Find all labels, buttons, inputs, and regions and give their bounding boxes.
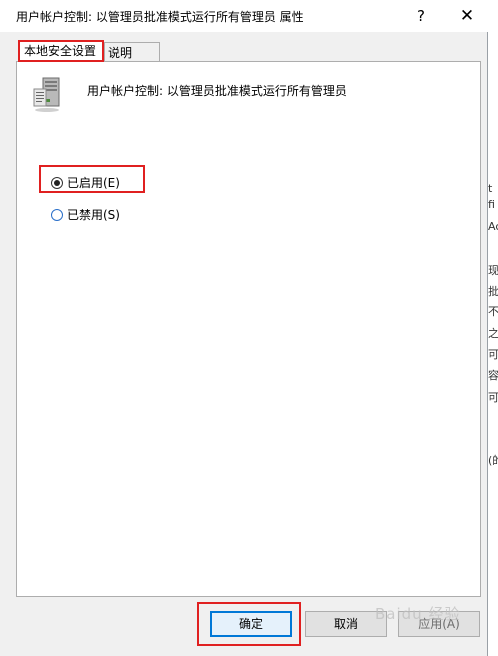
help-button[interactable]: ? [398, 0, 444, 32]
radio-unchecked-icon[interactable] [51, 208, 63, 221]
properties-dialog: 用户帐户控制: 以管理员批准模式运行所有管理员 属性 ? ✕ 说明 本地安全设置… [0, 0, 488, 656]
background-text: t [488, 182, 493, 195]
ok-button[interactable]: 确定 [210, 611, 292, 637]
window-title: 用户帐户控制: 以管理员批准模式运行所有管理员 属性 [16, 10, 304, 24]
disabled-radio[interactable]: 已禁用(S) [51, 205, 120, 225]
background-text: 之 [488, 327, 498, 340]
background-text: 可 [488, 391, 498, 404]
radio-checked-icon[interactable] [51, 176, 63, 189]
tab-panel: 用户帐户控制: 以管理员批准模式运行所有管理员 已启用(E) 已禁用(S) [16, 61, 481, 597]
background-text: (的 [488, 454, 498, 467]
policy-name: 用户帐户控制: 以管理员批准模式运行所有管理员 [87, 84, 347, 98]
enabled-label: 已启用(E) [67, 176, 120, 190]
background-text: 现 [488, 264, 498, 277]
enabled-radio[interactable]: 已启用(E) [51, 173, 120, 193]
background-text: 可 [488, 348, 498, 361]
background-text: 批 [488, 285, 498, 298]
close-button[interactable]: ✕ [444, 0, 490, 32]
background-text: 容 [488, 369, 498, 382]
baidu-watermark: Baidu 经验 [375, 605, 461, 623]
disabled-label: 已禁用(S) [67, 208, 120, 222]
tab-local-security-setting[interactable]: 本地安全设置 [18, 40, 104, 62]
background-text: 不使 [488, 305, 498, 318]
background-text: Ac [488, 220, 498, 233]
background-text: fi [488, 198, 495, 211]
server-policy-icon [33, 77, 60, 112]
background-window-right-edge: t fi Ac 现 批 不使 之 可 容 可 (的 [488, 0, 498, 656]
title-bar: 用户帐户控制: 以管理员批准模式运行所有管理员 属性 ? ✕ [0, 0, 488, 32]
